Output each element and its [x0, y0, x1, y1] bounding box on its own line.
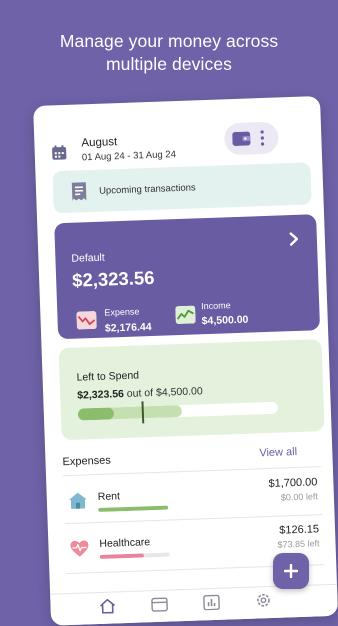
- period-month[interactable]: August: [81, 136, 117, 149]
- account-balance-card[interactable]: Default $2,323.56 Expense $2,176.44 Inco…: [54, 214, 320, 339]
- today-marker: [141, 401, 143, 423]
- expense-progress: [98, 506, 168, 512]
- settings-icon[interactable]: [254, 592, 273, 614]
- expense-remaining: $0.00 left: [281, 491, 318, 502]
- add-button[interactable]: [273, 553, 309, 589]
- left-to-spend-amount: $2,323.56: [77, 388, 124, 402]
- plus-icon: [284, 564, 298, 583]
- expense-label: Expense: [104, 306, 139, 317]
- wallet-icon[interactable]: [232, 131, 251, 151]
- spend-progress-track: [78, 402, 278, 421]
- expense-progress-fill: [100, 553, 144, 559]
- phone-screen: August 01 Aug 24 - 31 Aug 24: [33, 96, 338, 626]
- chart-icon[interactable]: [202, 594, 221, 616]
- expense-progress: [100, 553, 170, 559]
- left-to-spend-title: Left to Spend: [76, 369, 139, 383]
- expense-amount: $126.15: [279, 523, 319, 536]
- account-name: Default: [71, 252, 105, 265]
- spend-total: $4,500.00: [156, 385, 203, 399]
- calendar-icon[interactable]: [51, 145, 67, 166]
- receipt-icon: [70, 181, 89, 207]
- left-to-spend-card[interactable]: Left to Spend $2,323.56 out of $4,500.00: [59, 339, 325, 440]
- spend-progress-spent: [78, 407, 114, 420]
- expense-chart-icon: [76, 311, 97, 335]
- expense-remaining: $73.85 left: [277, 538, 319, 549]
- expense-value: $2,176.44: [105, 321, 152, 335]
- upcoming-transactions-card[interactable]: Upcoming transactions: [52, 162, 311, 213]
- upcoming-transactions-label: Upcoming transactions: [99, 182, 196, 196]
- chevron-right-icon[interactable]: [289, 232, 300, 251]
- view-all-link[interactable]: View all: [259, 446, 297, 459]
- house-icon: [68, 491, 89, 515]
- left-to-spend-summary: $2,323.56 out of $4,500.00: [77, 385, 203, 401]
- income-label: Income: [201, 300, 231, 311]
- income-value: $4,500.00: [201, 314, 248, 328]
- headline-line-1: Manage your money across: [0, 30, 338, 53]
- more-vertical-icon[interactable]: [259, 130, 266, 151]
- app-header: August 01 Aug 24 - 31 Aug 24: [33, 96, 322, 166]
- heartbeat-icon: [69, 539, 90, 563]
- bottom-nav: [50, 584, 338, 626]
- income-chart-icon: [175, 305, 196, 329]
- period-range: 01 Aug 24 - 31 Aug 24: [82, 149, 176, 163]
- calendar-nav-icon[interactable]: [150, 596, 169, 618]
- headline-line-2: multiple devices: [0, 53, 338, 76]
- out-of-text: out of: [124, 387, 157, 400]
- home-icon[interactable]: [98, 597, 117, 619]
- header-actions: [224, 121, 279, 155]
- expense-progress-fill: [98, 506, 168, 512]
- account-balance: $2,323.56: [72, 267, 155, 292]
- expenses-title: Expenses: [62, 455, 111, 469]
- headline: Manage your money across multiple device…: [0, 30, 338, 76]
- expense-name: Healthcare: [99, 536, 150, 550]
- expense-name: Rent: [98, 490, 121, 503]
- expense-amount: $1,700.00: [268, 476, 317, 490]
